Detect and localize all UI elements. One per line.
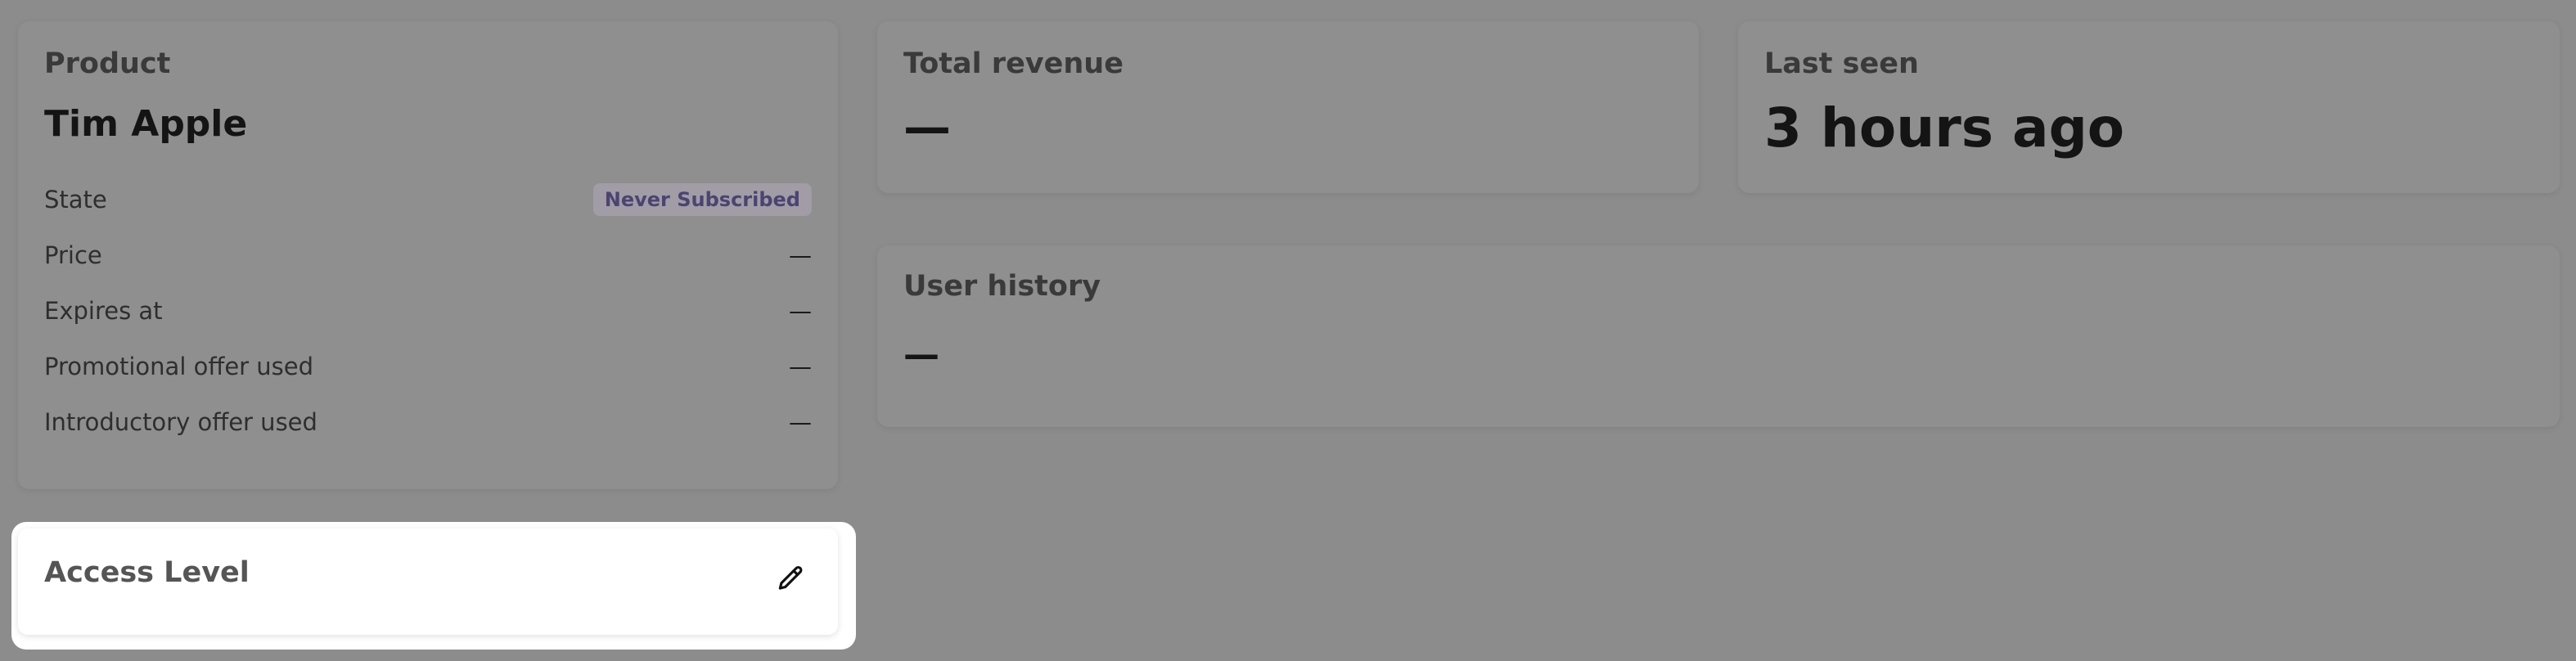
access-level-title: Access Level — [44, 556, 250, 589]
promotional-offer-row: Promotional offer used — — [44, 347, 812, 386]
last-seen-title: Last seen — [1764, 47, 1919, 80]
price-row: Price — — [44, 236, 812, 275]
introductory-offer-value: — — [789, 408, 812, 436]
user-history-card: User history — — [877, 245, 2560, 427]
state-label: State — [44, 186, 107, 214]
last-seen-card: Last seen 3 hours ago — [1738, 21, 2560, 193]
pencil-icon — [778, 566, 803, 590]
total-revenue-value: — — [903, 99, 951, 155]
total-revenue-card: Total revenue — — [877, 21, 1699, 193]
last-seen-value: 3 hours ago — [1764, 97, 2125, 160]
access-level-card: Access Level — [18, 528, 838, 635]
expires-at-row: Expires at — — [44, 291, 812, 330]
promotional-offer-value: — — [789, 353, 812, 380]
expires-at-value: — — [789, 297, 812, 325]
customer-name: Tim Apple — [44, 103, 248, 145]
price-value: — — [789, 241, 812, 269]
introductory-offer-label: Introductory offer used — [44, 408, 317, 436]
edit-access-level-button[interactable] — [772, 561, 808, 597]
user-history-value: — — [903, 334, 939, 375]
user-history-title: User history — [903, 270, 1101, 303]
price-label: Price — [44, 241, 102, 269]
product-card-title: Product — [44, 47, 171, 80]
introductory-offer-row: Introductory offer used — — [44, 402, 812, 442]
promotional-offer-label: Promotional offer used — [44, 353, 314, 380]
expires-at-label: Expires at — [44, 297, 163, 325]
state-badge: Never Subscribed — [592, 183, 812, 216]
product-card: Product Tim Apple State Never Subscribed… — [18, 21, 838, 489]
state-row: State Never Subscribed — [44, 180, 812, 219]
total-revenue-title: Total revenue — [903, 47, 1124, 80]
